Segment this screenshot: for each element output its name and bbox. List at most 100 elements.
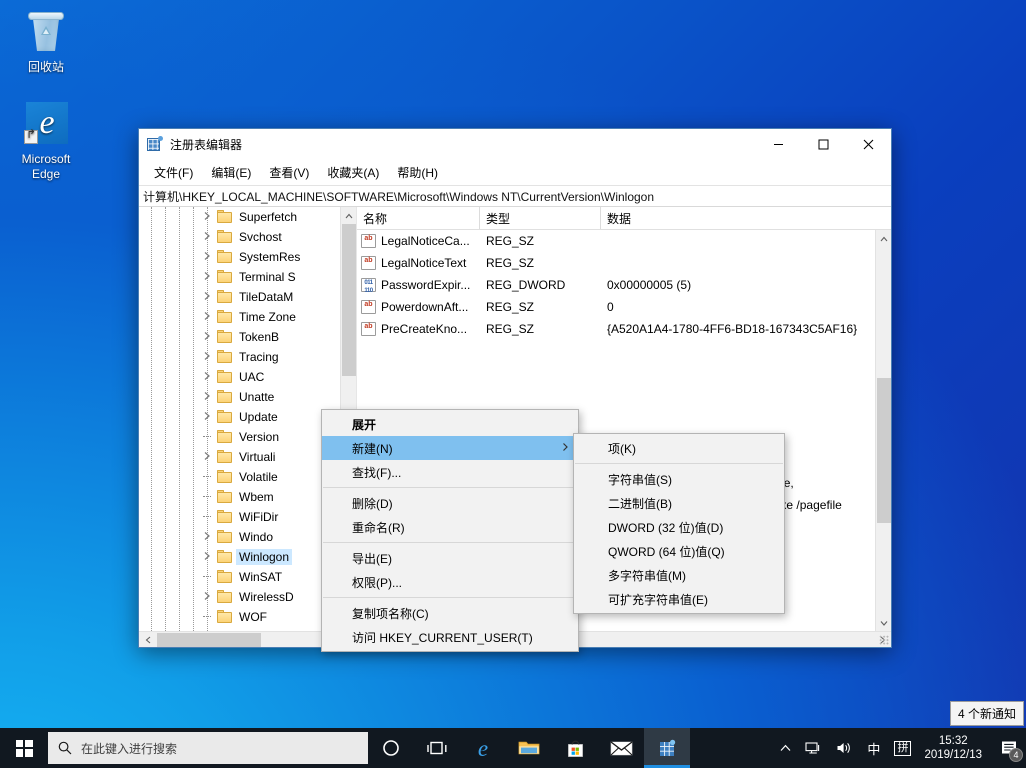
context-menu-item-5[interactable]: 导出(E) [322,546,578,570]
context-menu-item-4[interactable]: 重命名(R) [322,515,578,539]
tree-item-systemres[interactable]: SystemRes [139,247,356,267]
value-type-cell: REG_SZ [486,234,535,248]
chevron-right-icon[interactable] [201,591,213,603]
column-header-type[interactable]: 类型 [480,207,601,229]
folder-icon [217,310,232,323]
chevron-right-icon[interactable] [201,271,213,283]
tree-hscroll-thumb[interactable] [157,633,261,647]
folder-icon [217,330,232,343]
tree-item-label: WiFiDir [239,510,279,524]
volume-icon[interactable] [829,728,860,768]
column-header-name[interactable]: 名称 [357,207,480,229]
address-bar[interactable]: 计算机\HKEY_LOCAL_MACHINE\SOFTWARE\Microsof… [139,185,891,207]
scroll-left-icon[interactable] [139,632,156,647]
submenu-item-2[interactable]: 二进制值(B) [574,491,784,515]
value-name-text: LegalNoticeText [381,256,467,270]
context-menu-item-0[interactable]: 展开 [322,412,578,436]
folder-icon [217,270,232,283]
submenu-item-6[interactable]: 可扩充字符串值(E) [574,587,784,611]
value-row[interactable]: ab PreCreateKno... REG_SZ {A520A1A4-1780-4F… [357,318,875,340]
file-explorer-icon[interactable] [506,728,552,768]
action-center-button[interactable]: 4 [992,728,1026,768]
chevron-right-icon[interactable] [201,371,213,383]
submenu-item-4[interactable]: QWORD (64 位)值(Q) [574,539,784,563]
ime-pinyin-indicator[interactable]: 拼 [887,728,918,768]
values-scroll-thumb[interactable] [877,378,891,523]
value-row[interactable] [357,362,875,384]
scroll-up-icon[interactable] [876,230,891,247]
folder-icon [217,290,232,303]
scroll-down-icon[interactable] [876,614,891,631]
context-menu-item-7[interactable]: 复制项名称(C) [322,601,578,625]
show-hidden-icons-button[interactable] [773,728,798,768]
tree-item-time-zone[interactable]: Time Zone [139,307,356,327]
scroll-up-icon[interactable] [341,207,356,224]
menu-edit[interactable]: 编辑(E) [202,161,260,184]
tree-item-superfetch[interactable]: Superfetch [139,207,356,227]
context-menu-item-6[interactable]: 权限(P)... [322,570,578,594]
menu-help[interactable]: 帮助(H) [388,161,447,184]
window-titlebar[interactable]: 注册表编辑器 [139,129,891,159]
close-button[interactable] [846,129,891,159]
chevron-right-icon[interactable] [201,231,213,243]
cortana-icon[interactable] [368,728,414,768]
mail-icon[interactable] [598,728,644,768]
maximize-button[interactable] [801,129,846,159]
chevron-right-icon[interactable] [201,531,213,543]
chevron-right-icon[interactable] [201,391,213,403]
value-row[interactable]: 011 110 PasswordExpir... REG_DWORD 0x0000000… [357,274,875,296]
registry-editor-icon[interactable] [644,728,690,768]
submenu-item-5[interactable]: 多字符串值(M) [574,563,784,587]
desktop-icon-recycle-bin[interactable]: 回收站 [6,8,86,75]
microsoft-store-icon[interactable] [552,728,598,768]
column-header-data[interactable]: 数据 [601,207,891,229]
chevron-right-icon[interactable] [201,291,213,303]
tree-item-unatte[interactable]: Unatte [139,387,356,407]
edge-icon[interactable]: e [460,728,506,768]
notification-tooltip-text: 4 个新通知 [957,707,1016,721]
chevron-right-icon[interactable] [201,451,213,463]
tree-item-tracing[interactable]: Tracing [139,347,356,367]
submenu-item-1[interactable]: 字符串值(S) [574,467,784,491]
chevron-right-icon[interactable] [201,331,213,343]
values-vertical-scrollbar[interactable] [875,230,891,631]
value-row[interactable]: ab LegalNoticeCa... REG_SZ [357,230,875,252]
context-menu-item-8[interactable]: 访问 HKEY_CURRENT_USER(T) [322,625,578,649]
network-icon[interactable] [798,728,829,768]
tree-item-label: TileDataM [239,290,294,304]
submenu-item-0[interactable]: 项(K) [574,436,784,460]
desktop-icon-microsoft-edge[interactable]: e Microsoft Edge [6,100,86,182]
value-row[interactable] [357,340,875,362]
tree-item-uac[interactable]: UAC [139,367,356,387]
tree-item-svchost[interactable]: Svchost [139,227,356,247]
resize-grip[interactable] [879,635,889,645]
menu-file[interactable]: 文件(F) [145,161,202,184]
task-view-icon[interactable] [414,728,460,768]
chevron-right-icon[interactable] [201,251,213,263]
context-menu-item-1[interactable]: 新建(N) [322,436,578,460]
value-row[interactable]: ab PowerdownAft... REG_SZ 0 [357,296,875,318]
tree-scroll-thumb[interactable] [342,224,356,376]
chevron-right-icon[interactable] [201,411,213,423]
folder-icon [217,410,232,423]
chevron-right-icon[interactable] [201,551,213,563]
clock[interactable]: 15:32 2019/12/13 [918,728,992,768]
chevron-right-icon[interactable] [201,211,213,223]
start-button[interactable] [0,728,48,768]
chevron-right-icon[interactable] [201,311,213,323]
tree-item-terminal-s[interactable]: Terminal S [139,267,356,287]
ime-mode-indicator[interactable]: 中 [860,728,887,768]
context-menu-item-2[interactable]: 查找(F)... [322,460,578,484]
menu-favorites[interactable]: 收藏夹(A) [318,161,388,184]
value-row[interactable]: ab LegalNoticeText REG_SZ [357,252,875,274]
submenu-item-3[interactable]: DWORD (32 位)值(D) [574,515,784,539]
search-input[interactable]: 在此键入进行搜索 [48,732,368,764]
value-row[interactable] [357,384,875,406]
context-menu-item-3[interactable]: 删除(D) [322,491,578,515]
minimize-button[interactable] [756,129,801,159]
menu-view[interactable]: 查看(V) [260,161,318,184]
tree-item-label: Update [239,410,278,424]
tree-item-tokenb[interactable]: TokenB [139,327,356,347]
tree-item-tiledatam[interactable]: TileDataM [139,287,356,307]
chevron-right-icon[interactable] [201,351,213,363]
